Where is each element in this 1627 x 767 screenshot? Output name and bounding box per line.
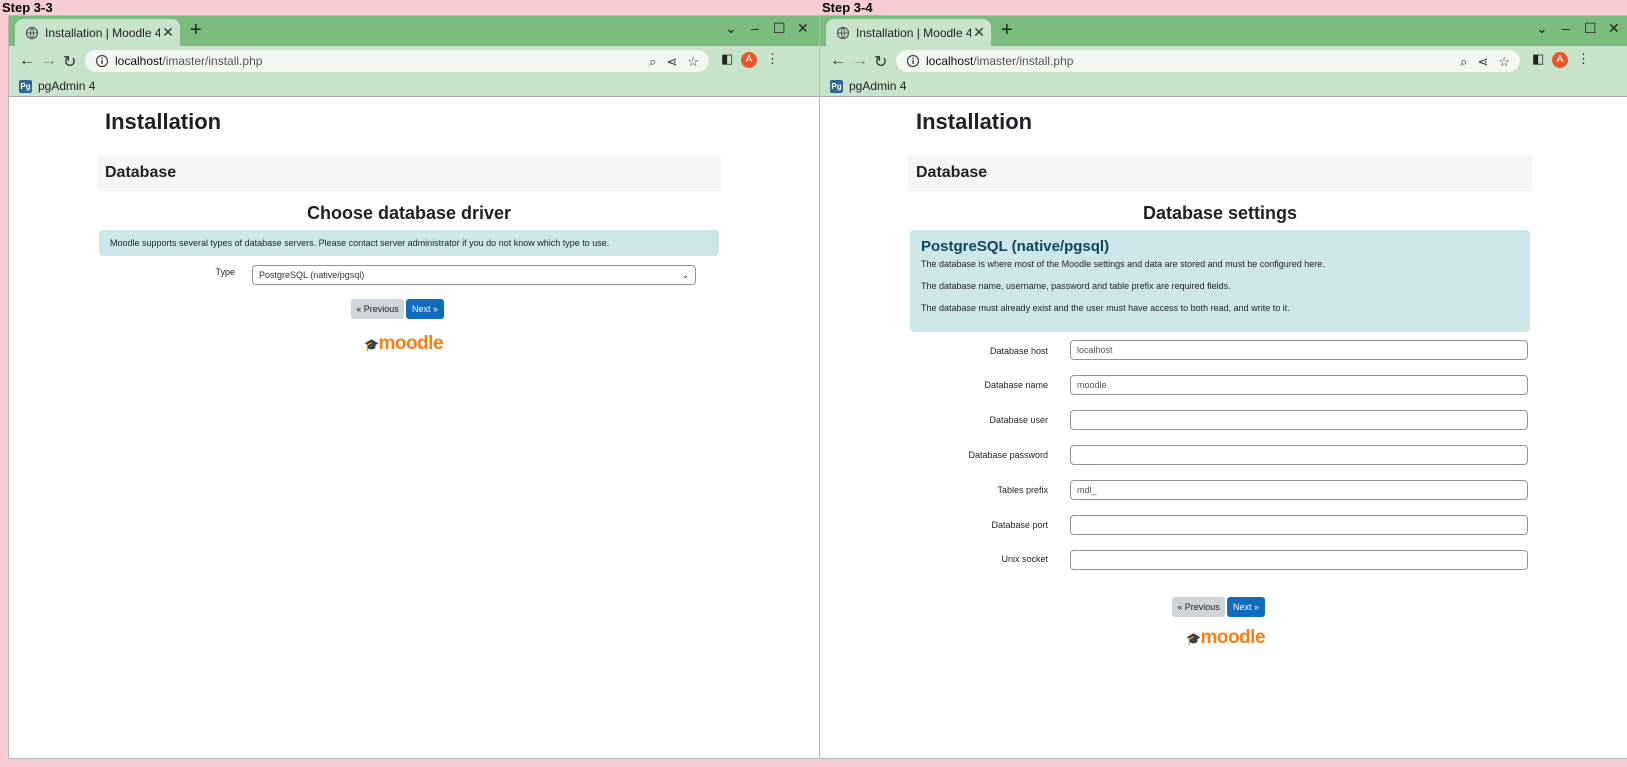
menu-kebab-icon[interactable]: ⋮ [1577, 51, 1590, 67]
globe-icon [836, 26, 850, 39]
moodle-logo: 🎓moodle [1186, 627, 1266, 648]
globe-icon [25, 26, 39, 39]
page-title: Installation [105, 109, 222, 134]
tab-title: Installation | Moodle 4.3dev [45, 25, 160, 40]
zoom-icon[interactable]: ⌕ [649, 54, 656, 70]
address-bar[interactable]: localhost/imaster/install.php ⌕ ⋖ ☆ [85, 50, 709, 72]
alert-line-1: The database is where most of the Moodle… [921, 259, 1325, 269]
zoom-icon[interactable]: ⌕ [1460, 54, 1467, 70]
share-icon[interactable]: ⋖ [666, 54, 677, 70]
browser-window-step-3-4: Installation | Moodle 4.3dev ✕ + ⌄ – ☐ ✕… [820, 16, 1627, 758]
alert-text: Moodle supports several types of databas… [110, 238, 610, 248]
side-panel-icon[interactable]: ◧ [721, 51, 733, 67]
database-name-label: Database name [984, 380, 1048, 390]
tab-strip: Installation | Moodle 4.3dev ✕ + ⌄ – ☐ ✕ [820, 16, 1627, 46]
browser-tab[interactable]: Installation | Moodle 4.3dev ✕ [15, 19, 180, 46]
back-icon[interactable]: ← [19, 52, 35, 70]
new-tab-icon[interactable]: + [190, 19, 202, 42]
close-window-icon[interactable]: ✕ [1608, 20, 1620, 37]
database-type-select[interactable]: PostgreSQL (native/pgsql) ⌄ [252, 265, 696, 285]
profile-avatar[interactable]: A [741, 52, 757, 68]
database-user-input[interactable] [1070, 410, 1528, 430]
section-title: Database [105, 164, 177, 181]
graduation-cap-icon: 🎓 [364, 338, 379, 352]
moodle-logo: 🎓moodle [364, 333, 444, 354]
unix-socket-label: Unix socket [1001, 554, 1048, 564]
url-host: localhost [115, 54, 163, 68]
tables-prefix-label: Tables prefix [997, 485, 1048, 495]
section-header: Database [97, 155, 721, 191]
tab-search-chevron-icon[interactable]: ⌄ [1536, 20, 1548, 37]
database-name-input[interactable]: moodle [1070, 375, 1528, 395]
tab-search-chevron-icon[interactable]: ⌄ [725, 20, 737, 37]
close-tab-icon[interactable]: ✕ [971, 24, 987, 41]
address-bar[interactable]: localhost/imaster/install.php ⌕ ⋖ ☆ [896, 50, 1520, 72]
previous-button[interactable]: « Previous [351, 299, 404, 319]
reload-icon[interactable]: ↻ [874, 52, 887, 72]
database-password-label: Database password [968, 450, 1048, 460]
alert-line-2: The database name, username, password an… [921, 281, 1231, 291]
maximize-icon[interactable]: ☐ [773, 20, 786, 37]
bookmark-star-icon[interactable]: ☆ [687, 54, 699, 70]
next-button[interactable]: Next » [1227, 597, 1265, 617]
close-window-icon[interactable]: ✕ [797, 20, 809, 37]
database-type-value: PostgreSQL (native/pgsql) [259, 270, 365, 280]
maximize-icon[interactable]: ☐ [1584, 20, 1597, 37]
next-button[interactable]: Next » [406, 299, 444, 319]
minimize-icon[interactable]: – [1562, 20, 1570, 36]
database-port-label: Database port [991, 520, 1048, 530]
profile-avatar[interactable]: A [1552, 52, 1568, 68]
minimize-icon[interactable]: – [751, 20, 759, 36]
tab-strip: Installation | Moodle 4.3dev ✕ + ⌄ – ☐ ✕ [9, 16, 821, 46]
section-header: Database [908, 155, 1532, 191]
url-path: /imaster/install.php [973, 54, 1074, 68]
database-host-input[interactable]: localhost [1070, 340, 1528, 360]
database-port-input[interactable] [1070, 515, 1528, 535]
alert-line-3: The database must already exist and the … [921, 303, 1290, 313]
type-label: Type [215, 267, 235, 277]
step-label-left: Step 3-3 [2, 0, 53, 15]
section-title: Database [916, 164, 988, 181]
bookmark-pgadmin[interactable]: pgAdmin 4 [849, 79, 906, 93]
page-title: Installation [916, 109, 1033, 134]
bookmark-star-icon[interactable]: ☆ [1498, 54, 1510, 70]
bookmarks-bar: Pg pgAdmin 4 [9, 76, 821, 97]
tables-prefix-input[interactable]: mdl_ [1070, 480, 1528, 500]
bookmarks-bar: Pg pgAdmin 4 [820, 76, 1627, 97]
close-tab-icon[interactable]: ✕ [160, 24, 176, 41]
browser-tab[interactable]: Installation | Moodle 4.3dev ✕ [826, 19, 991, 46]
reload-icon[interactable]: ↻ [63, 52, 76, 72]
graduation-cap-icon: 🎓 [1186, 632, 1201, 646]
pgadmin-icon: Pg [19, 79, 32, 93]
alert-title: PostgreSQL (native/pgsql) [921, 238, 1110, 255]
new-tab-icon[interactable]: + [1001, 19, 1013, 42]
forward-icon[interactable]: → [41, 52, 57, 70]
browser-toolbar: ← → ↻ localhost/imaster/install.php ⌕ ⋖ … [820, 46, 1627, 76]
forward-icon[interactable]: → [852, 52, 868, 70]
info-icon[interactable] [95, 54, 109, 68]
database-host-label: Database host [989, 346, 1048, 356]
side-panel-icon[interactable]: ◧ [1532, 51, 1544, 67]
info-icon[interactable] [906, 54, 920, 68]
database-password-input[interactable] [1070, 445, 1528, 465]
browser-toolbar: ← → ↻ localhost/imaster/install.php ⌕ ⋖ … [9, 46, 821, 76]
url-host: localhost [926, 54, 974, 68]
section-heading: Database settings [1142, 203, 1298, 223]
chevron-down-icon: ⌄ [681, 269, 689, 280]
info-alert: PostgreSQL (native/pgsql) The database i… [910, 230, 1530, 332]
section-heading: Choose database driver [306, 203, 512, 223]
unix-socket-input[interactable] [1070, 550, 1528, 570]
browser-window-step-3-3: Installation | Moodle 4.3dev ✕ + ⌄ – ☐ ✕… [9, 16, 821, 758]
step-label-right: Step 3-4 [822, 0, 873, 15]
tab-title: Installation | Moodle 4.3dev [856, 25, 971, 40]
share-icon[interactable]: ⋖ [1477, 54, 1488, 70]
info-alert: Moodle supports several types of databas… [99, 230, 719, 256]
database-user-label: Database user [989, 415, 1048, 425]
bookmark-pgadmin[interactable]: pgAdmin 4 [38, 79, 95, 93]
back-icon[interactable]: ← [830, 52, 846, 70]
menu-kebab-icon[interactable]: ⋮ [766, 51, 779, 67]
previous-button[interactable]: « Previous [1172, 597, 1225, 617]
pgadmin-icon: Pg [830, 79, 843, 93]
url-path: /imaster/install.php [162, 54, 263, 68]
